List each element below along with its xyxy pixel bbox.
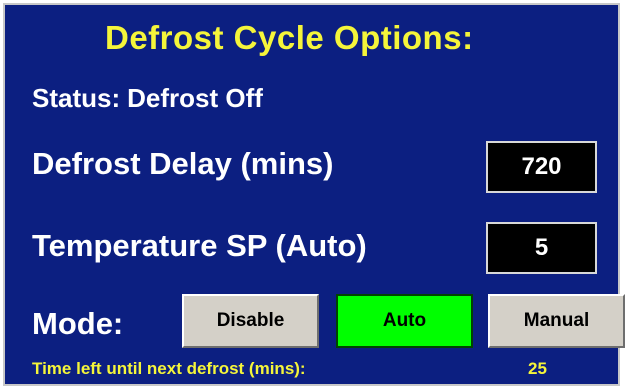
temperature-sp-field[interactable]: 5 [486, 222, 597, 274]
defrost-options-panel: Defrost Cycle Options: Status: Defrost Of… [3, 3, 625, 386]
defrost-delay-field[interactable]: 720 [486, 141, 597, 193]
mode-auto-button[interactable]: Auto [336, 294, 473, 348]
next-defrost-value: 25 [528, 359, 547, 378]
status-value: Defrost Off [127, 83, 263, 113]
mode-manual-button[interactable]: Manual [488, 294, 625, 348]
mode-label: Mode: [32, 306, 124, 341]
status-line: Status: Defrost Off [32, 83, 263, 114]
next-defrost-label: Time left until next defrost (mins): [32, 359, 306, 378]
defrost-delay-label: Defrost Delay (mins) [32, 146, 334, 181]
temperature-sp-label: Temperature SP (Auto) [32, 228, 367, 263]
panel-title: Defrost Cycle Options: [105, 19, 474, 56]
mode-disable-button[interactable]: Disable [182, 294, 319, 348]
status-label: Status: [32, 83, 121, 113]
